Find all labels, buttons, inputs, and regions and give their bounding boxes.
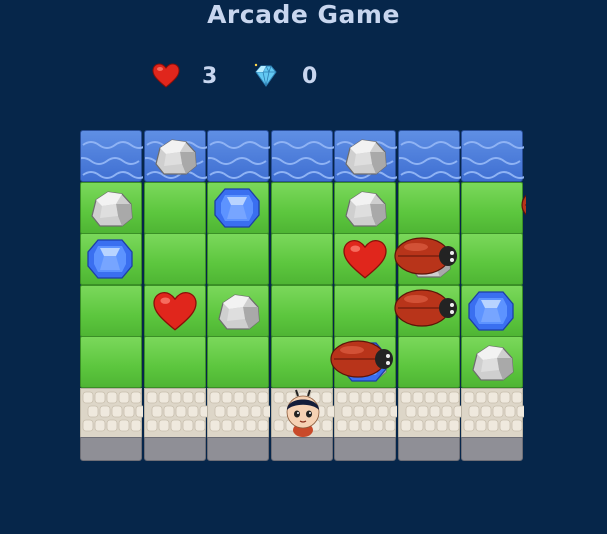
grass-tile — [270, 284, 333, 337]
grass-tile — [397, 336, 460, 388]
enemy-bug-icon — [393, 235, 458, 277]
grass-tile — [207, 233, 269, 285]
stone-base — [270, 437, 333, 461]
enemy-bug-icon — [520, 184, 526, 226]
water-tile — [80, 130, 143, 182]
grass-tile — [143, 181, 206, 234]
grass-tile — [207, 336, 269, 388]
grass-tile — [143, 233, 206, 285]
lives-counter: 3 — [152, 56, 217, 96]
stone-base — [397, 437, 460, 461]
gems-counter: 0 — [252, 56, 317, 96]
rock-icon — [150, 134, 200, 178]
grass-tile — [80, 336, 142, 388]
stone-base — [207, 437, 269, 461]
lives-value: 3 — [202, 63, 218, 89]
game-board[interactable] — [80, 130, 526, 466]
grass-tile — [461, 181, 523, 234]
water-tile — [461, 130, 524, 182]
stone-base — [143, 437, 206, 461]
stone-tile — [334, 387, 397, 440]
gems-value: 0 — [302, 63, 318, 89]
stone-tile — [143, 387, 207, 440]
gem-pickup-icon[interactable] — [467, 288, 515, 334]
rock-icon — [467, 340, 517, 384]
water-tile — [270, 130, 334, 182]
grass-tile — [270, 233, 333, 285]
grass-tile — [397, 181, 460, 234]
heart-icon — [152, 63, 180, 89]
stone-base — [80, 437, 142, 461]
heart-pickup-icon[interactable] — [342, 239, 388, 281]
rock-icon — [213, 289, 263, 333]
grass-tile — [80, 284, 142, 337]
grass-tile — [461, 233, 523, 285]
diamond-icon — [252, 62, 280, 90]
stone-tile — [207, 387, 270, 440]
water-tile — [397, 130, 461, 182]
stone-base — [334, 437, 396, 461]
stone-tile — [80, 387, 143, 440]
stone-tile — [397, 387, 461, 440]
grass-tile — [270, 336, 333, 388]
player-character[interactable] — [281, 389, 325, 440]
grass-tile — [334, 284, 396, 337]
water-tile — [207, 130, 270, 182]
grass-tile — [270, 181, 333, 234]
gem-pickup-icon[interactable] — [213, 185, 261, 231]
stone-tile — [461, 387, 524, 440]
grass-tile — [143, 336, 206, 388]
rock-icon — [340, 134, 390, 178]
rock-icon — [340, 186, 390, 230]
game-title: Arcade Game — [207, 0, 400, 29]
enemy-bug-icon — [330, 338, 394, 380]
rock-icon — [86, 186, 136, 230]
heart-pickup-icon[interactable] — [152, 291, 198, 333]
stone-base — [461, 437, 523, 461]
enemy-bug-icon — [393, 287, 458, 329]
gem-pickup-icon[interactable] — [86, 236, 134, 282]
